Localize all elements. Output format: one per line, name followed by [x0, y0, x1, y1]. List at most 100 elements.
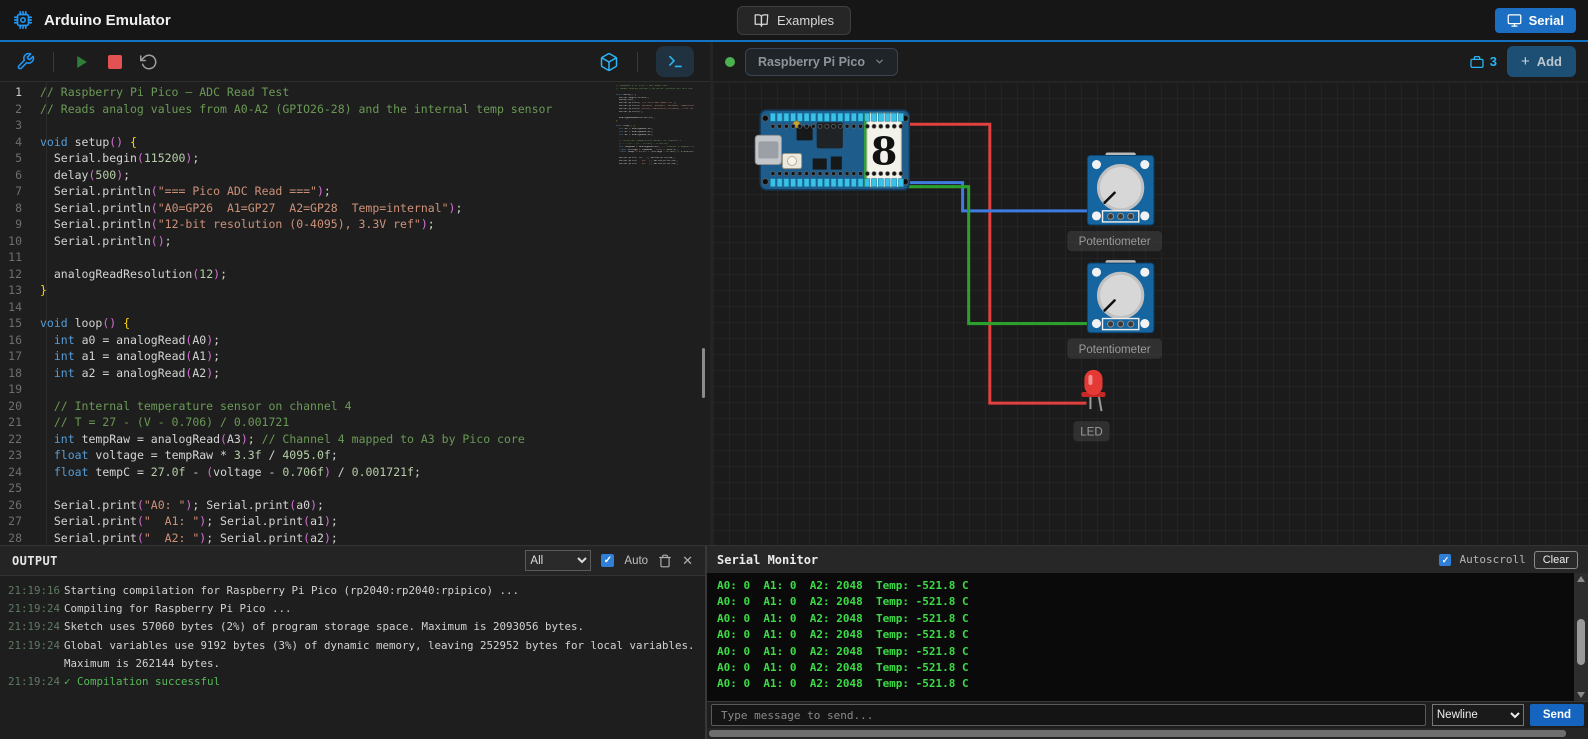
tools-wrench-button[interactable] — [16, 52, 35, 71]
examples-button[interactable]: Examples — [737, 6, 851, 35]
circuit-pane: Raspberry Pi Pico 3 + — [710, 42, 1588, 545]
code-line[interactable]: 21 // T = 27 - (V - 0.706) / 0.001721 — [0, 414, 710, 431]
toolbar-separator — [53, 52, 54, 72]
minimap[interactable]: // Raspberry Pi Pico — ADC Read Test// R… — [614, 82, 696, 545]
code-editor[interactable]: 1// Raspberry Pi Pico — ADC Read Test2//… — [0, 82, 710, 545]
code-line[interactable]: 15void loop() { — [0, 315, 710, 332]
potentiometer-2[interactable] — [1087, 260, 1153, 332]
horizontal-scrollbar-thumb[interactable] — [709, 730, 1566, 737]
stop-button[interactable] — [108, 55, 122, 69]
serial-message-input[interactable] — [711, 704, 1426, 726]
code-line[interactable]: 9 Serial.println("12-bit resolution (0-4… — [0, 216, 710, 233]
serial-monitor-header: Serial Monitor ✓ Autoscroll Clear — [707, 546, 1588, 573]
send-button[interactable]: Send — [1530, 704, 1584, 726]
terminal-panel-button[interactable] — [656, 46, 694, 77]
serial-input-row: Newline Send — [707, 701, 1588, 728]
stop-icon — [108, 55, 122, 69]
terminal-icon — [667, 53, 684, 70]
code-line[interactable]: 10 Serial.println(); — [0, 233, 710, 250]
wire-green[interactable] — [904, 187, 1089, 324]
monitor-icon — [1507, 13, 1522, 28]
run-button[interactable] — [72, 53, 90, 71]
serial-output: A0: 0 A1: 0 A2: 2048 Temp: -521.8 CA0: 0… — [707, 573, 1574, 701]
toolbar-separator — [637, 52, 638, 72]
output-line: 21:19:16Starting compilation for Raspber… — [8, 582, 697, 600]
code-line[interactable]: 26 Serial.print("A0: "); Serial.print(a0… — [0, 497, 710, 514]
close-output-icon[interactable]: ✕ — [682, 553, 693, 569]
play-icon — [72, 53, 90, 71]
code-line[interactable]: 4void setup() { — [0, 134, 710, 151]
code-line[interactable]: 2// Reads analog values from A0-A2 (GPIO… — [0, 101, 710, 118]
view-3d-button[interactable] — [599, 52, 619, 72]
restart-button[interactable] — [140, 53, 158, 71]
code-line[interactable]: 27 Serial.print(" A1: "); Serial.print(a… — [0, 513, 710, 530]
pico-board[interactable]: 8 ✕ — [755, 110, 909, 190]
output-line: 21:19:24✓ Compilation successful — [8, 673, 697, 691]
led[interactable] — [1081, 370, 1105, 411]
scroll-down-arrow-icon[interactable] — [1577, 692, 1585, 698]
circuit-canvas[interactable]: 8 ✕ — [713, 82, 1588, 545]
wire-red[interactable] — [909, 124, 1086, 403]
autoscroll-label: Autoscroll — [1459, 553, 1525, 566]
serial-line: A0: 0 A1: 0 A2: 2048 Temp: -521.8 C — [717, 644, 1564, 660]
output-header: OUTPUT All ✓ Auto ✕ — [0, 546, 705, 576]
code-line[interactable]: 7 Serial.println("=== Pico ADC Read ==="… — [0, 183, 710, 200]
svg-text:Potentiometer: Potentiometer — [1079, 236, 1151, 248]
code-line[interactable]: 23 float voltage = tempRaw * 3.3f / 4095… — [0, 447, 710, 464]
output-panel: OUTPUT All ✓ Auto ✕ 21:19:16Starting com… — [0, 546, 705, 739]
serial-scrollbar[interactable] — [1574, 573, 1588, 701]
serial-horizontal-scrollbar[interactable] — [707, 728, 1588, 739]
auto-label: Auto — [624, 555, 648, 567]
gutter-divider — [46, 82, 47, 545]
serial-line: A0: 0 A1: 0 A2: 2048 Temp: -521.8 C — [717, 676, 1564, 692]
code-line[interactable]: 11 — [0, 249, 710, 266]
output-filter-select[interactable]: All — [525, 550, 591, 571]
code-line[interactable]: 18 int a2 = analogRead(A2); — [0, 365, 710, 382]
potentiometer-1-label: Potentiometer — [1067, 231, 1162, 251]
output-log: 21:19:16Starting compilation for Raspber… — [0, 576, 705, 739]
auto-checkbox[interactable]: ✓ — [601, 554, 614, 567]
book-open-icon — [754, 13, 769, 28]
code-line[interactable]: 12 analogReadResolution(12); — [0, 266, 710, 283]
app-title: Arduino Emulator — [44, 12, 171, 29]
serial-monitor-panel: Serial Monitor ✓ Autoscroll Clear A0: 0 … — [705, 546, 1588, 739]
code-line[interactable]: 3 — [0, 117, 710, 134]
code-line[interactable]: 5 Serial.begin(115200); — [0, 150, 710, 167]
board-logo-glyph: 8 — [871, 130, 898, 175]
restart-icon — [140, 53, 158, 71]
code-lines: 1// Raspberry Pi Pico — ADC Read Test2//… — [0, 84, 710, 545]
line-ending-select[interactable]: Newline — [1432, 704, 1524, 726]
code-line[interactable]: 24 float tempC = 27.0f - (voltage - 0.70… — [0, 464, 710, 481]
code-line[interactable]: 14 — [0, 299, 710, 316]
output-line: 21:19:24Compiling for Raspberry Pi Pico … — [8, 600, 697, 618]
code-line[interactable]: 13} — [0, 282, 710, 299]
serial-toggle-button[interactable]: Serial — [1495, 8, 1576, 33]
trash-icon[interactable] — [658, 554, 672, 568]
code-line[interactable]: 20 // Internal temperature sensor on cha… — [0, 398, 710, 415]
potentiometer-1[interactable] — [1087, 152, 1153, 224]
autoscroll-checkbox[interactable]: ✓ — [1439, 554, 1451, 566]
scrollbar-thumb[interactable] — [1577, 619, 1585, 665]
code-line[interactable]: 25 — [0, 480, 710, 497]
code-line[interactable]: 1// Raspberry Pi Pico — ADC Read Test — [0, 84, 710, 101]
code-line[interactable]: 17 int a1 = analogRead(A1); — [0, 348, 710, 365]
code-line[interactable]: 28 Serial.print(" A2: "); Serial.print(a… — [0, 530, 710, 546]
clear-button[interactable]: Clear — [1534, 551, 1578, 569]
brand: Arduino Emulator — [12, 9, 171, 31]
output-line: 21:19:24Sketch uses 57060 bytes (2%) of … — [8, 618, 697, 636]
device-select[interactable]: Raspberry Pi Pico — [745, 48, 898, 76]
add-part-button[interactable]: + Add — [1507, 46, 1576, 77]
code-line[interactable]: 22 int tempRaw = analogRead(A3); // Chan… — [0, 431, 710, 448]
output-title: OUTPUT — [12, 554, 58, 568]
chip-logo-icon — [12, 9, 34, 31]
code-line[interactable]: 6 delay(500); — [0, 167, 710, 184]
led-label: LED — [1073, 421, 1109, 441]
potentiometer-2-label: Potentiometer — [1067, 339, 1162, 359]
scrollbar-track[interactable] — [1574, 582, 1588, 692]
serial-line: A0: 0 A1: 0 A2: 2048 Temp: -521.8 C — [717, 627, 1564, 643]
panel-resize-handle[interactable] — [702, 348, 705, 398]
code-line[interactable]: 8 Serial.println("A0=GP26 A1=GP27 A2=GP2… — [0, 200, 710, 217]
code-line[interactable]: 19 — [0, 381, 710, 398]
code-line[interactable]: 16 int a0 = analogRead(A0); — [0, 332, 710, 349]
serial-line: A0: 0 A1: 0 A2: 2048 Temp: -521.8 C — [717, 578, 1564, 594]
